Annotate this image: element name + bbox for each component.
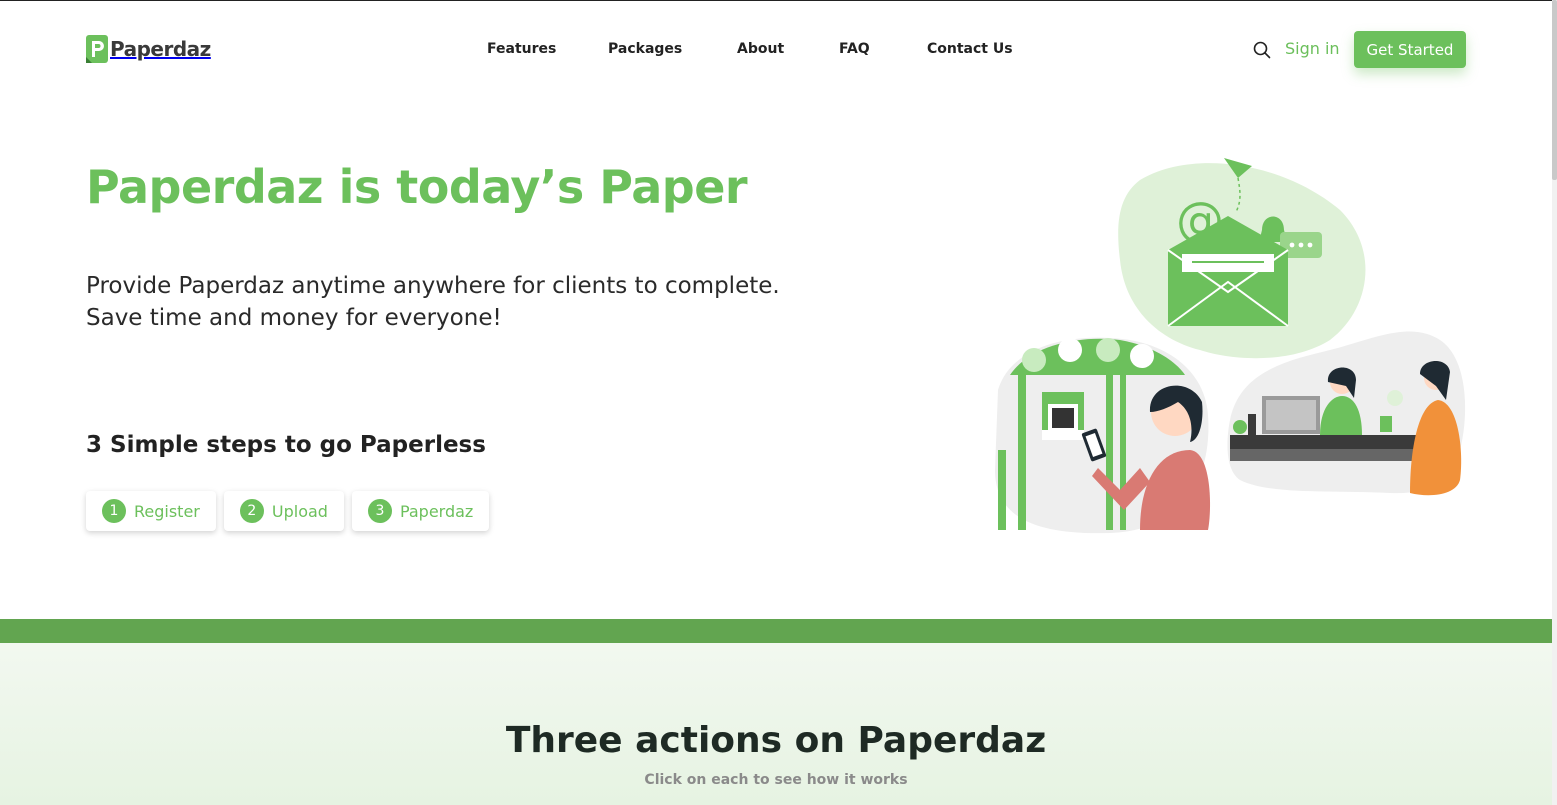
step-number: 1 [102,499,126,523]
step-label: Paperdaz [399,501,474,521]
search-icon[interactable] [1253,41,1271,59]
nav-packages[interactable]: Packages [608,41,682,57]
step-register-button[interactable]: 1 Register [86,491,216,531]
nav-contact-us[interactable]: Contact Us [927,41,1013,57]
sign-in-link[interactable]: Sign in [1285,39,1340,58]
step-upload-button[interactable]: 2 Upload [223,491,344,531]
scrollbar-thumb[interactable] [1552,0,1557,180]
step-paperdaz-button[interactable]: 3 Paperdaz [351,491,490,531]
step-label: Upload [271,501,328,521]
nav-features[interactable]: Features [487,41,556,57]
hero-subtitle: Provide Paperdaz anytime anywhere for cl… [86,270,780,334]
hero-subtitle-line-2: Save time and money for everyone! [86,305,502,331]
steps-title: 3 Simple steps to go Paperless [86,432,486,458]
three-actions-subtitle: Click on each to see how it works [644,772,908,788]
hero-subtitle-line-1: Provide Paperdaz anytime anywhere for cl… [86,273,780,299]
hero-title: Paperdaz is today’s Paper [86,160,748,214]
section-divider [0,619,1552,643]
site-header: Paperdaz Features Packages About FAQ Con… [0,1,1552,96]
page-scrollbar[interactable] [1552,0,1557,805]
steps-list: 1 Register 2 Upload 3 Paperdaz [86,491,490,531]
step-number: 3 [367,499,392,523]
email-illustration: @ [1118,158,1366,359]
hero-illustration: @ [995,158,1466,534]
nav-faq[interactable]: FAQ [839,41,870,57]
step-label: Register [134,501,200,521]
three-actions-title: Three actions on Paperdaz [505,720,1047,761]
step-number: 2 [239,499,264,523]
shop-illustration [995,337,1211,534]
nav-about[interactable]: About [737,41,784,57]
get-started-button[interactable]: Get Started [1354,31,1466,68]
